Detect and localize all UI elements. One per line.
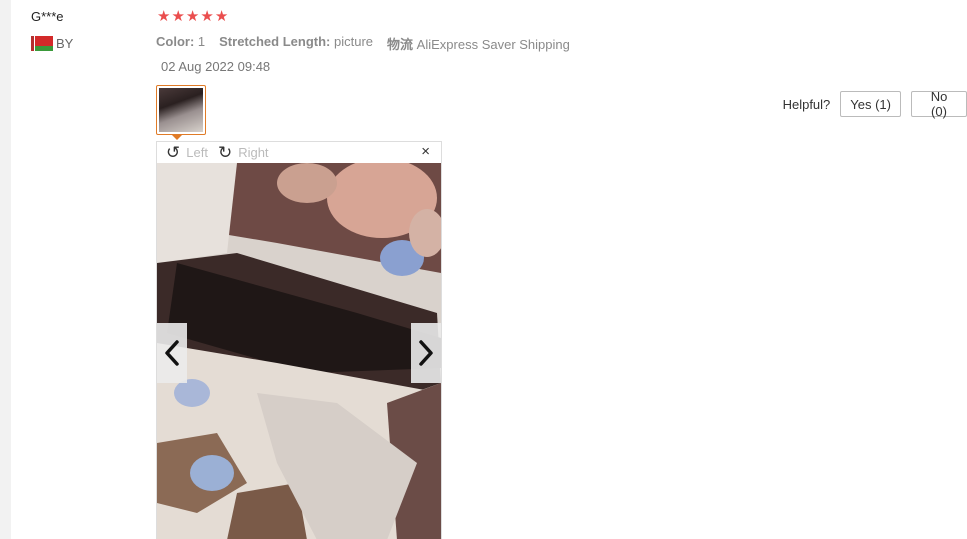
review-date: 02 Aug 2022 09:48 — [161, 59, 271, 74]
star-icon: ★ — [157, 8, 171, 25]
rotate-right-label: Right — [238, 145, 269, 160]
left-gutter — [0, 0, 11, 539]
attribute-length: Stretched Length: picture — [219, 34, 373, 53]
next-photo-button[interactable] — [411, 323, 441, 383]
rotate-right-icon: ↻ — [217, 143, 233, 162]
star-icon: ★ — [200, 8, 214, 25]
star-icon: ★ — [171, 8, 185, 25]
rotate-left-label: Left — [186, 145, 208, 160]
chevron-right-icon — [419, 340, 433, 366]
review-photo-thumbnail[interactable] — [156, 85, 206, 135]
star-rating: ★ ★ ★ ★ ★ — [157, 8, 228, 26]
helpful-label: Helpful? — [782, 96, 831, 112]
close-icon[interactable]: × — [421, 143, 430, 160]
thumbnail-active-caret — [171, 134, 183, 140]
attribute-key: Stretched Length: — [219, 34, 331, 49]
belarus-flag-icon — [31, 36, 53, 51]
attribute-value: AliExpress Saver Shipping — [416, 37, 570, 52]
helpful-no-button[interactable]: No (0) — [911, 89, 967, 119]
thumbnail-image — [159, 88, 203, 132]
rotate-right-button[interactable]: ↻ Right — [218, 144, 269, 161]
reviewer-name: G***e — [31, 9, 64, 24]
star-icon: ★ — [214, 8, 229, 25]
attribute-value: picture — [334, 34, 374, 49]
rotate-left-icon: ↺ — [166, 143, 181, 162]
attribute-value: 1 — [197, 34, 206, 49]
attribute-key: 物流 — [387, 37, 414, 52]
attribute-key: Color: — [156, 34, 195, 49]
rotate-left-button[interactable]: ↺ Left — [166, 144, 208, 161]
chevron-left-icon — [165, 340, 179, 366]
country-code: BY — [56, 36, 74, 51]
attribute-shipping: 物流 AliExpress Saver Shipping — [387, 34, 570, 53]
photo-viewer: ↺ Left ↻ Right × — [156, 141, 442, 539]
helpful-yes-button[interactable]: Yes (1) — [840, 91, 901, 117]
previous-photo-button[interactable] — [157, 323, 187, 383]
helpful-vote: Helpful? Yes (1) No (0) — [782, 89, 967, 119]
photo-illustration — [157, 163, 441, 539]
viewer-toolbar: ↺ Left ↻ Right × — [157, 142, 441, 163]
reviewer-country: BY — [31, 36, 73, 51]
product-attributes: Color: 1 Stretched Length: picture 物流 Al… — [156, 34, 570, 53]
attribute-color: Color: 1 — [156, 34, 205, 53]
review-photo — [157, 163, 441, 539]
star-icon: ★ — [185, 8, 200, 25]
